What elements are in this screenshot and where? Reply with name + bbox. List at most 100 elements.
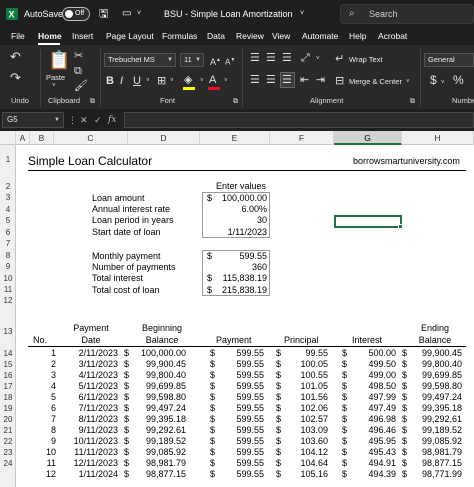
undo-icon[interactable]: ↶ [10,50,21,63]
tab-review[interactable]: Review [236,28,264,45]
row-header-18[interactable]: 18 [0,393,16,403]
row-header-3[interactable]: 3 [0,193,16,203]
column-header-b[interactable]: B [30,131,54,145]
cut-icon[interactable]: ✂ [74,50,83,62]
font-color-chevron-icon[interactable]: ˅ [224,75,228,87]
column-header-a[interactable]: A [16,131,30,145]
align-top-icon[interactable]: ☰ [250,52,260,64]
selected-cell-g5[interactable] [334,215,403,229]
folder-icon[interactable]: ▭ [122,0,131,28]
column-header-c[interactable]: C [54,131,128,145]
align-middle-icon[interactable]: ☰ [266,52,276,64]
tab-help[interactable]: Help [349,28,366,45]
row-header-10[interactable]: 10 [0,274,16,284]
number-format-select[interactable]: General [424,53,474,67]
orientation-icon[interactable]: ⤢ [301,52,310,64]
paste-chevron-icon[interactable]: ˅ [52,83,56,89]
tab-formulas[interactable]: Formulas [162,28,197,45]
column-header-g[interactable]: G [334,131,402,145]
borders-chevron-icon[interactable]: ˅ [170,75,174,87]
merge-center-button[interactable]: Merge & Center [349,77,402,86]
worksheet-grid[interactable]: Simple Loan Calculator borrowsmartuniver… [16,145,474,487]
chevron-down-icon[interactable]: ˅ [137,0,141,28]
formula-input[interactable] [124,112,474,128]
row-header-2[interactable]: 2 [0,182,16,192]
row-header-24[interactable]: 24 [0,459,16,469]
bold-icon[interactable]: B [106,75,114,87]
input-value[interactable]: 100,000.00 [212,193,267,204]
row-header-23[interactable]: 23 [0,448,16,458]
row-header-20[interactable]: 20 [0,415,16,425]
paste-icon[interactable]: 📋 [48,51,70,69]
column-header-f[interactable]: F [270,131,334,145]
row-header-16[interactable]: 16 [0,371,16,381]
align-left-icon[interactable]: ☰ [250,74,260,86]
input-value[interactable]: 30 [212,215,267,226]
row-header-6[interactable]: 6 [0,228,16,238]
redo-icon[interactable]: ↷ [10,71,21,84]
row-header-12[interactable]: 12 [0,296,16,306]
increase-indent-icon[interactable]: ⇥ [316,74,325,86]
dialog-launcher-icon[interactable]: ⧉ [90,96,95,108]
paste-button[interactable]: Paste [46,73,65,82]
font-name-select[interactable]: Trebuchet MS ▼ [104,53,176,67]
copy-icon[interactable]: ⧉ [74,65,82,77]
percent-icon[interactable]: % [453,74,464,86]
tab-page-layout[interactable]: Page Layout [106,28,154,45]
decrease-font-icon[interactable]: A▼ [225,54,235,69]
tab-insert[interactable]: Insert [72,28,93,45]
font-size-select[interactable]: 11 ▼ [180,53,204,67]
increase-font-icon[interactable]: A▲ [210,54,221,68]
search-box[interactable]: ⌕ Search [340,4,474,24]
tab-view[interactable]: View [272,28,290,45]
align-right-icon[interactable]: ☰ [282,74,292,86]
enter-icon[interactable]: ✓ [94,112,102,128]
italic-icon[interactable]: I [120,75,123,87]
row-header-14[interactable]: 14 [0,349,16,359]
borders-icon[interactable]: ⊞ [157,75,166,87]
row-header-19[interactable]: 19 [0,404,16,414]
alignment-dialog-launcher-icon[interactable]: ⧉ [410,96,415,108]
fill-color-icon[interactable]: ◈ [184,74,192,86]
row-header-1[interactable]: 1 [0,155,16,165]
input-value[interactable]: 6.00% [212,204,267,215]
column-header-d[interactable]: D [128,131,200,145]
row-header-11[interactable]: 11 [0,285,16,295]
decrease-indent-icon[interactable]: ⇤ [300,74,309,86]
input-value[interactable]: 1/11/2023 [212,227,267,238]
row-header-5[interactable]: 5 [0,216,16,226]
row-header-7[interactable]: 7 [0,239,16,249]
orientation-chevron-icon[interactable]: ˅ [316,53,320,65]
wrap-text-button[interactable]: Wrap Text [349,55,383,64]
tab-data[interactable]: Data [207,28,225,45]
column-header-h[interactable]: H [402,131,474,145]
wrap-text-icon[interactable]: ↵ [335,53,344,65]
font-color-icon[interactable]: A [209,74,216,86]
align-center-icon[interactable]: ☰ [266,74,276,86]
cancel-icon[interactable]: ✕ [80,112,88,128]
row-header-4[interactable]: 4 [0,205,16,215]
row-header-8[interactable]: 8 [0,251,16,261]
column-header-e[interactable]: E [200,131,270,145]
underline-icon[interactable]: U [133,75,141,87]
select-all-corner[interactable] [0,131,16,145]
row-header-17[interactable]: 17 [0,382,16,392]
currency-chevron-icon[interactable]: ˅ [441,77,445,89]
row-header-21[interactable]: 21 [0,426,16,436]
row-header-22[interactable]: 22 [0,437,16,447]
font-dialog-launcher-icon[interactable]: ⧉ [233,96,238,108]
row-header-15[interactable]: 15 [0,360,16,370]
row-header-13[interactable]: 13 [0,327,16,337]
insert-function-icon[interactable]: fx [108,112,116,128]
fill-chevron-icon[interactable]: ˅ [200,75,204,87]
merge-chevron-icon[interactable]: ˅ [406,76,410,88]
autosave-toggle[interactable]: Off [62,7,90,21]
tab-automate[interactable]: Automate [302,28,338,45]
format-painter-icon[interactable]: 🖌 [74,80,88,92]
align-bottom-icon[interactable]: ☰ [282,52,292,64]
name-box[interactable]: G5 ▼ [2,112,64,128]
row-header-9[interactable]: 9 [0,262,16,272]
filename-chevron-icon[interactable]: ˅ [300,0,304,28]
save-icon[interactable]: 🖫 [99,0,108,28]
fill-handle[interactable] [398,224,403,229]
